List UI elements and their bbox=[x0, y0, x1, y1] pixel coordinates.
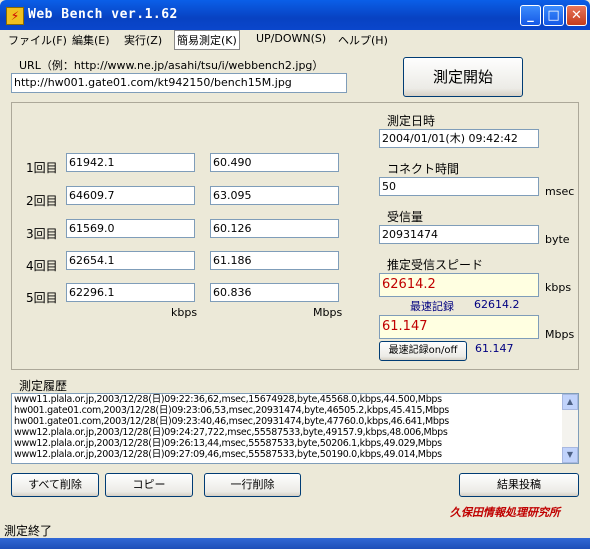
run-5-mbps[interactable]: 60.836 bbox=[210, 283, 339, 302]
taskbar-strip bbox=[0, 538, 590, 549]
estimated-kbps-unit: kbps bbox=[545, 281, 572, 294]
menu-updown[interactable]: UP/DOWN(S) bbox=[256, 32, 326, 45]
run-4-mbps[interactable]: 61.186 bbox=[210, 251, 339, 270]
menu-help[interactable]: ヘルプ(H) bbox=[338, 32, 388, 48]
received-field[interactable]: 20931474 bbox=[379, 225, 539, 244]
window-title: Web Bench ver.1.62 bbox=[28, 7, 178, 22]
delete-line-button[interactable]: 一行削除 bbox=[204, 473, 301, 497]
measure-datetime-field[interactable]: 2004/01/01(木) 09:42:42 bbox=[379, 129, 539, 148]
run-4-label: 4回目 bbox=[26, 259, 58, 273]
history-line: www12.plala.or.jp,2003/12/28(日)09:27:09,… bbox=[14, 449, 442, 460]
menu-file[interactable]: ファイル(F) bbox=[8, 32, 67, 48]
history-line: www11.plala.or.jp,2003/12/28(日)09:22:36,… bbox=[14, 394, 442, 405]
menu-bar: ファイル(F) 編集(E) 実行(Z) 簡易測定(K) UP/DOWN(S) ヘ… bbox=[0, 30, 590, 50]
byte-unit-label: byte bbox=[545, 233, 570, 246]
best-record-label: 最速記録 bbox=[410, 300, 454, 313]
estimated-mbps-unit: Mbps bbox=[545, 328, 575, 341]
estimated-kbps-field[interactable]: 62614.2 bbox=[379, 273, 539, 297]
menu-edit[interactable]: 編集(E) bbox=[72, 32, 110, 48]
menu-quick-measure[interactable]: 簡易測定(K) bbox=[174, 30, 240, 50]
scroll-up-icon[interactable]: ▲ bbox=[562, 394, 578, 410]
history-scrollbar[interactable]: ▲ ▼ bbox=[562, 394, 578, 463]
menu-run[interactable]: 実行(Z) bbox=[124, 32, 162, 48]
app-window: ⚡ Web Bench ver.1.62 _ □ ✕ ファイル(F) 編集(E)… bbox=[0, 0, 590, 549]
delete-all-button[interactable]: すべて削除 bbox=[11, 473, 99, 497]
measure-datetime-label: 測定日時 bbox=[387, 114, 436, 128]
run-3-kbps[interactable]: 61569.0 bbox=[66, 219, 195, 238]
estimated-mbps-field[interactable]: 61.147 bbox=[379, 315, 539, 339]
scroll-down-icon[interactable]: ▼ bbox=[562, 447, 578, 463]
run-5-kbps[interactable]: 62296.1 bbox=[66, 283, 195, 302]
best-record-toggle-button[interactable]: 最速記録on/off bbox=[379, 341, 467, 361]
post-result-button[interactable]: 結果投稿 bbox=[459, 473, 579, 497]
connect-time-label: コネクト時間 bbox=[387, 162, 460, 176]
history-line: www12.plala.or.jp,2003/12/28(日)09:24:27,… bbox=[14, 427, 448, 438]
credit-label: 久保田情報処理研究所 bbox=[450, 506, 560, 519]
run-1-label: 1回目 bbox=[26, 161, 58, 175]
history-line: hw001.gate01.com,2003/12/28(日)09:23:40,4… bbox=[14, 416, 449, 427]
run-4-kbps[interactable]: 62654.1 bbox=[66, 251, 195, 270]
mbps-unit-label: Mbps bbox=[313, 306, 343, 319]
minimize-button[interactable]: _ bbox=[520, 5, 541, 26]
url-input[interactable]: http://hw001.gate01.com/kt942150/bench15… bbox=[11, 73, 347, 93]
copy-button[interactable]: コピー bbox=[105, 473, 193, 497]
status-text: 測定終了 bbox=[4, 524, 53, 538]
run-3-mbps[interactable]: 60.126 bbox=[210, 219, 339, 238]
history-label: 測定履歴 bbox=[19, 379, 68, 393]
run-3-label: 3回目 bbox=[26, 227, 58, 241]
history-log[interactable]: www11.plala.or.jp,2003/12/28(日)09:22:36,… bbox=[11, 393, 579, 464]
run-2-label: 2回目 bbox=[26, 194, 58, 208]
kbps-unit-label: kbps bbox=[171, 306, 198, 319]
run-5-label: 5回目 bbox=[26, 291, 58, 305]
url-label: URL（例：http://www.ne.jp/asahi/tsu/i/webbe… bbox=[19, 59, 324, 72]
msec-unit-label: msec bbox=[545, 185, 575, 198]
best-record-kbps: 62614.2 bbox=[474, 298, 520, 311]
best-record-mbps: 61.147 bbox=[475, 342, 514, 355]
run-1-mbps[interactable]: 60.490 bbox=[210, 153, 339, 172]
start-measure-button[interactable]: 測定開始 bbox=[403, 57, 523, 97]
received-label: 受信量 bbox=[387, 210, 424, 224]
connect-time-field[interactable]: 50 bbox=[379, 177, 539, 196]
status-bar: 測定終了 bbox=[0, 520, 590, 538]
maximize-button[interactable]: □ bbox=[543, 5, 564, 26]
history-line: hw001.gate01.com,2003/12/28(日)09:23:06,5… bbox=[14, 405, 449, 416]
history-line: www12.plala.or.jp,2003/12/28(日)09:26:13,… bbox=[14, 438, 442, 449]
estimated-speed-label: 推定受信スピード bbox=[387, 258, 484, 272]
title-bar[interactable]: ⚡ Web Bench ver.1.62 _ □ ✕ bbox=[0, 0, 590, 30]
run-1-kbps[interactable]: 61942.1 bbox=[66, 153, 195, 172]
close-button[interactable]: ✕ bbox=[566, 5, 587, 26]
lightning-icon[interactable]: ⚡ bbox=[6, 7, 24, 25]
run-2-kbps[interactable]: 64609.7 bbox=[66, 186, 195, 205]
run-2-mbps[interactable]: 63.095 bbox=[210, 186, 339, 205]
